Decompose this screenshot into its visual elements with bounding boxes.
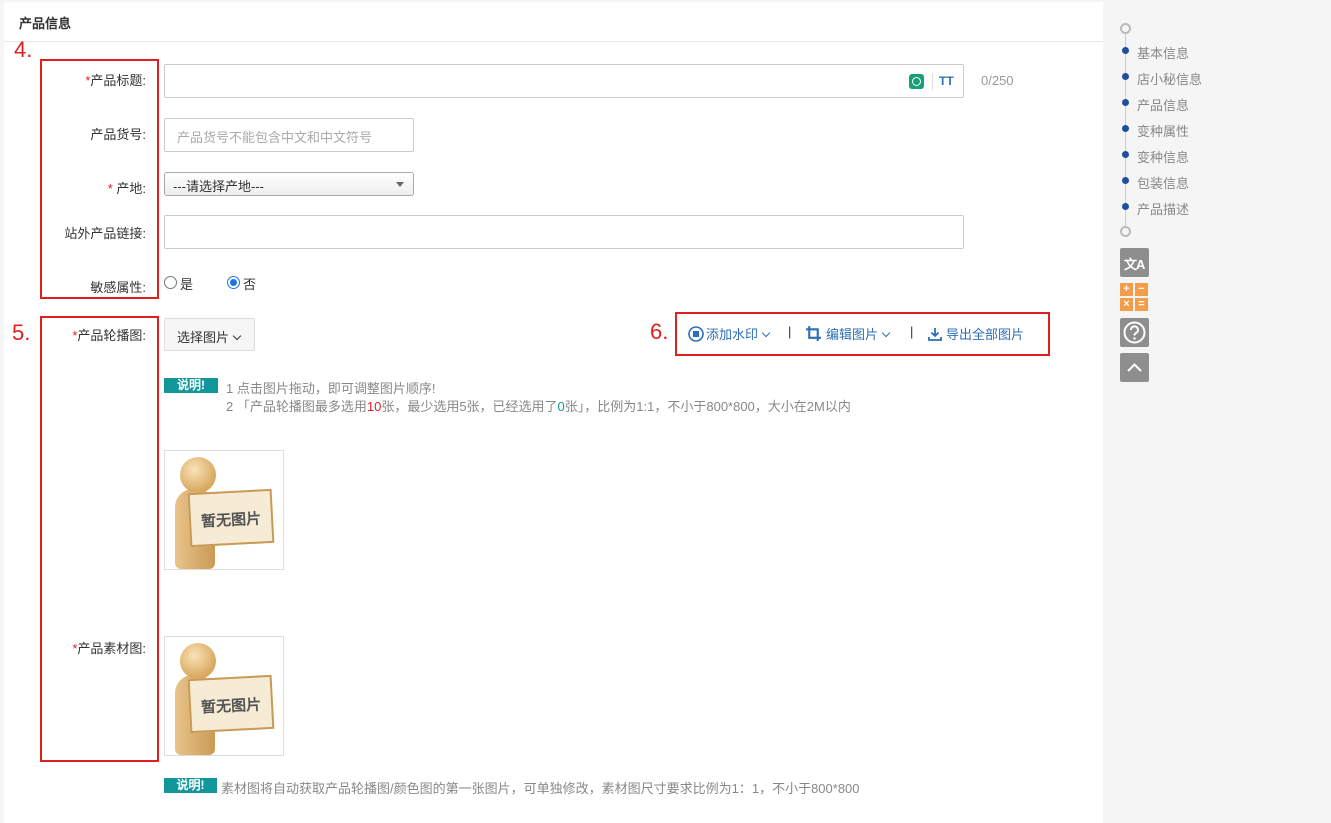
origin-select[interactable]: ---请选择产地---	[164, 172, 414, 196]
calculator-button[interactable]: + − × =	[1120, 283, 1149, 312]
sidebar-item-basic-info[interactable]: 基本信息	[1137, 43, 1189, 62]
carousel-note-line1: 1 点击图片拖动，即可调整图片顺序!	[226, 381, 436, 396]
material-image-label: *产品素材图:	[72, 641, 146, 656]
section-title: 产品信息	[19, 16, 72, 31]
timeline-dot	[1122, 203, 1129, 210]
sidebar-item-variant-info[interactable]: 变种信息	[1137, 147, 1189, 166]
select-image-button[interactable]: 选择图片	[164, 318, 255, 351]
watermark-icon	[688, 326, 704, 342]
carousel-label: *产品轮播图:	[72, 328, 146, 343]
sku-placeholder: 产品货号不能包含中文和中文符号	[177, 130, 373, 145]
origin-select-value: ---请选择产地---	[173, 179, 264, 194]
carousel-note-line2: 2 「产品轮播图最多选用10张，最少选用5张，已经选用了0张」，比例为1:1，不…	[226, 399, 851, 414]
translate-icon: 文A	[1124, 257, 1145, 272]
timeline-dot	[1122, 125, 1129, 132]
annotation-5-box	[40, 316, 159, 762]
timeline-end-node	[1120, 226, 1131, 237]
timeline-dot	[1122, 151, 1129, 158]
external-link-label: 站外产品链接:	[64, 226, 146, 241]
question-icon	[1123, 321, 1146, 344]
chevron-down-icon	[761, 328, 771, 338]
carousel-image-placeholder[interactable]: 暂无图片	[164, 450, 284, 570]
toolbar-separator: |	[910, 324, 914, 339]
sidebar-item-product-info[interactable]: 产品信息	[1137, 95, 1189, 114]
sensitive-no-radio[interactable]	[227, 276, 240, 289]
origin-label: * 产地:	[107, 181, 146, 196]
sidebar-item-product-description[interactable]: 产品描述	[1137, 199, 1189, 218]
title-char-counter: 0/250	[981, 73, 1014, 88]
timeline-dot	[1122, 73, 1129, 80]
toolbar-separator: |	[788, 324, 792, 339]
product-info-panel: 产品信息 4. *产品标题: TT 0/250 产品货号: 产品货号不能包含中文…	[4, 2, 1103, 823]
no-image-sign: 暂无图片	[187, 674, 275, 734]
product-sku-label: 产品货号:	[90, 127, 146, 142]
crop-icon	[806, 326, 821, 341]
translate-button[interactable]: 文A	[1120, 248, 1149, 277]
product-title-input[interactable]: TT	[164, 64, 964, 98]
no-image-sign: 暂无图片	[187, 488, 275, 548]
note-badge: 说明!	[164, 778, 217, 793]
sensitive-yes-radio[interactable]	[164, 276, 177, 289]
chevron-down-icon	[232, 331, 242, 341]
sensitive-yes-label[interactable]: 是	[180, 274, 193, 293]
ai-assist-icon[interactable]	[909, 74, 924, 89]
add-watermark-button[interactable]: 添加水印	[688, 324, 771, 343]
section-header: 产品信息	[4, 2, 1103, 42]
material-note: 素材图将自动获取产品轮播图/颜色图的第一张图片，可单独修改，素材图尺寸要求比例为…	[221, 781, 860, 796]
dropdown-arrow-icon	[396, 182, 404, 187]
sidebar-item-dianxiaomi-info[interactable]: 店小秘信息	[1137, 69, 1202, 88]
help-button[interactable]	[1120, 318, 1149, 347]
annotation-4-number: 4.	[14, 37, 33, 62]
sensitive-no-label[interactable]: 否	[243, 274, 256, 293]
external-link-input[interactable]	[164, 215, 964, 249]
export-all-images-button[interactable]: 导出全部图片	[928, 324, 1024, 343]
timeline-start-node	[1120, 23, 1131, 34]
back-to-top-button[interactable]	[1120, 353, 1149, 382]
note-badge: 说明!	[164, 378, 218, 393]
edit-image-button[interactable]: 编辑图片	[805, 324, 891, 343]
sensitive-attr-label: 敏感属性:	[90, 280, 146, 295]
product-title-label: *产品标题:	[85, 73, 146, 88]
timeline-dot	[1122, 177, 1129, 184]
text-case-icon[interactable]: TT	[939, 74, 954, 88]
annotation-6-number: 6.	[650, 319, 669, 344]
material-image-placeholder[interactable]: 暂无图片	[164, 636, 284, 756]
input-separator	[932, 73, 933, 90]
sidebar-item-packaging-info[interactable]: 包装信息	[1137, 173, 1189, 192]
sidebar-item-variant-attributes[interactable]: 变种属性	[1137, 121, 1189, 140]
product-sku-input[interactable]: 产品货号不能包含中文和中文符号	[164, 118, 414, 152]
chevron-down-icon	[881, 328, 891, 338]
timeline-dot	[1122, 47, 1129, 54]
download-icon	[928, 328, 942, 341]
right-sidebar: 基本信息 店小秘信息 产品信息 变种属性 变种信息 包装信息 产品描述 文A +…	[1105, 0, 1331, 823]
chevron-up-icon	[1127, 363, 1142, 372]
timeline-dot	[1122, 99, 1129, 106]
calculator-icon: +	[1120, 283, 1133, 296]
